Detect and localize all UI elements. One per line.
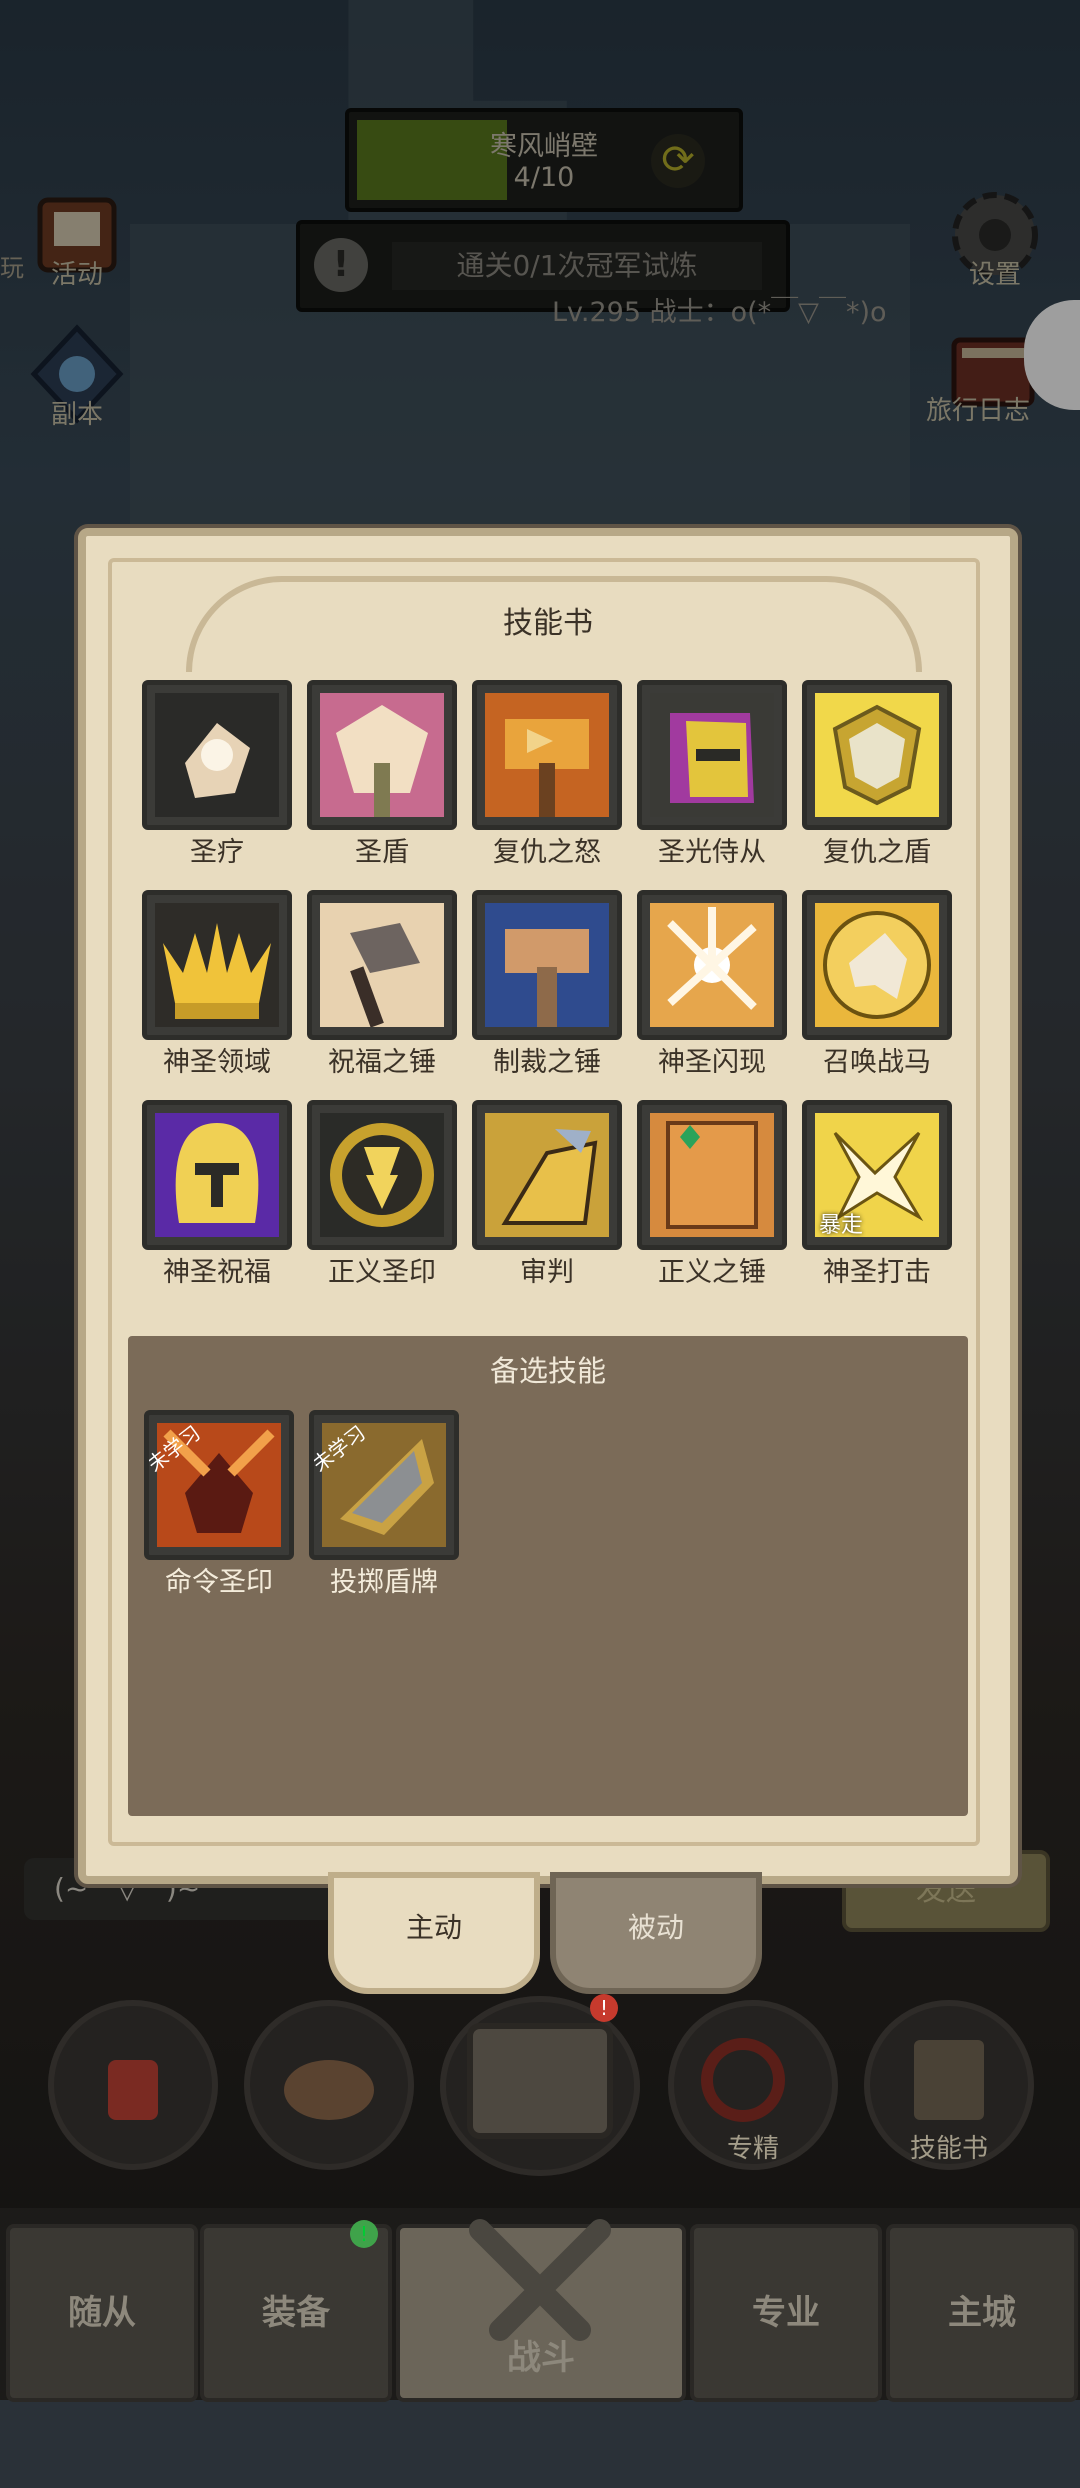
skill-name: 圣盾	[355, 837, 409, 868]
skill-name: 复仇之盾	[823, 837, 931, 868]
nav-main-city[interactable]: 主城	[886, 2224, 1078, 2402]
avenging-shield-icon	[802, 680, 952, 830]
bread-button[interactable]	[244, 2000, 414, 2170]
holy-heal-icon	[142, 680, 292, 830]
skill-name: 复仇之怒	[493, 837, 601, 868]
alternate-skills-title: 备选技能	[489, 1354, 606, 1388]
skill-name: 神圣祝福	[163, 1257, 271, 1288]
skill-name: 祝福之锤	[328, 1047, 436, 1078]
panel-title: 技能书	[503, 606, 593, 641]
skill-name: 制裁之锤	[493, 1047, 601, 1078]
skill-name: 召唤战马	[823, 1047, 931, 1078]
notification-badge: !	[350, 2220, 378, 2248]
skillbook-button[interactable]: 技能书	[864, 2000, 1034, 2170]
skill-name: 神圣领域	[163, 1047, 271, 1078]
avenging-wrath-icon	[472, 680, 622, 830]
skill-tag: 暴走	[819, 1213, 864, 1238]
potion-button[interactable]	[48, 2000, 218, 2170]
tab-active-skills[interactable]: 主动	[328, 1872, 540, 1994]
skill-name: 正义之锤	[658, 1257, 766, 1288]
seal-of-righteousness-icon	[307, 1100, 457, 1250]
skill-name: 审判	[520, 1257, 574, 1288]
notification-badge: !	[590, 1994, 618, 2022]
nav-profession[interactable]: 专业	[690, 2224, 882, 2402]
alt-skill-name: 投掷盾牌	[330, 1567, 438, 1598]
bread-icon	[284, 2060, 374, 2120]
holy-blessing-icon	[142, 1100, 292, 1250]
crown-icon	[142, 890, 292, 1040]
skill-name: 圣疗	[190, 837, 244, 868]
judgement-icon	[472, 1100, 622, 1250]
holy-shield-icon	[307, 680, 457, 830]
skillbook-label: 技能书	[909, 2134, 988, 2164]
hammer-of-righteousness-icon	[637, 1100, 787, 1250]
potion-icon	[108, 2060, 158, 2120]
seal-of-command-icon: 未学习	[144, 1410, 294, 1560]
alternate-skills-box: 备选技能 未学习 命令圣印 未学习 投掷盾牌	[128, 1336, 968, 1816]
skill-name: 圣光侍从	[658, 837, 766, 868]
specialize-button[interactable]: 专精	[668, 2000, 838, 2170]
shield-throw-icon: 未学习	[309, 1410, 459, 1560]
skill-name: 神圣闪现	[658, 1047, 766, 1078]
skillbook-panel: 技能书 圣疗 圣盾 复仇之怒 圣光侍从 复仇之盾 神圣领域 祝福之锤 制裁之锤 …	[78, 528, 1018, 1884]
skill-name: 正义圣印	[328, 1257, 436, 1288]
tab-passive-skills[interactable]: 被动	[550, 1872, 762, 1994]
holy-squire-icon	[637, 680, 787, 830]
skill-name: 神圣打击	[823, 1257, 931, 1288]
hammer-of-blessing-icon	[307, 890, 457, 1040]
nav-followers[interactable]: 随从	[6, 2224, 198, 2402]
specialize-label: 专精	[726, 2134, 779, 2164]
holy-strike-icon: 暴走	[802, 1100, 952, 1250]
alt-skill-name: 命令圣印	[165, 1567, 273, 1598]
crossed-swords-icon	[469, 2219, 611, 2341]
nav-equipment[interactable]: 装备	[200, 2224, 392, 2402]
summon-warhorse-icon	[802, 890, 952, 1040]
treasure-chest-icon	[467, 2023, 613, 2139]
holy-flash-icon	[637, 890, 787, 1040]
chest-button[interactable]: !	[440, 1994, 640, 2176]
hammer-of-justice-icon	[472, 890, 622, 1040]
